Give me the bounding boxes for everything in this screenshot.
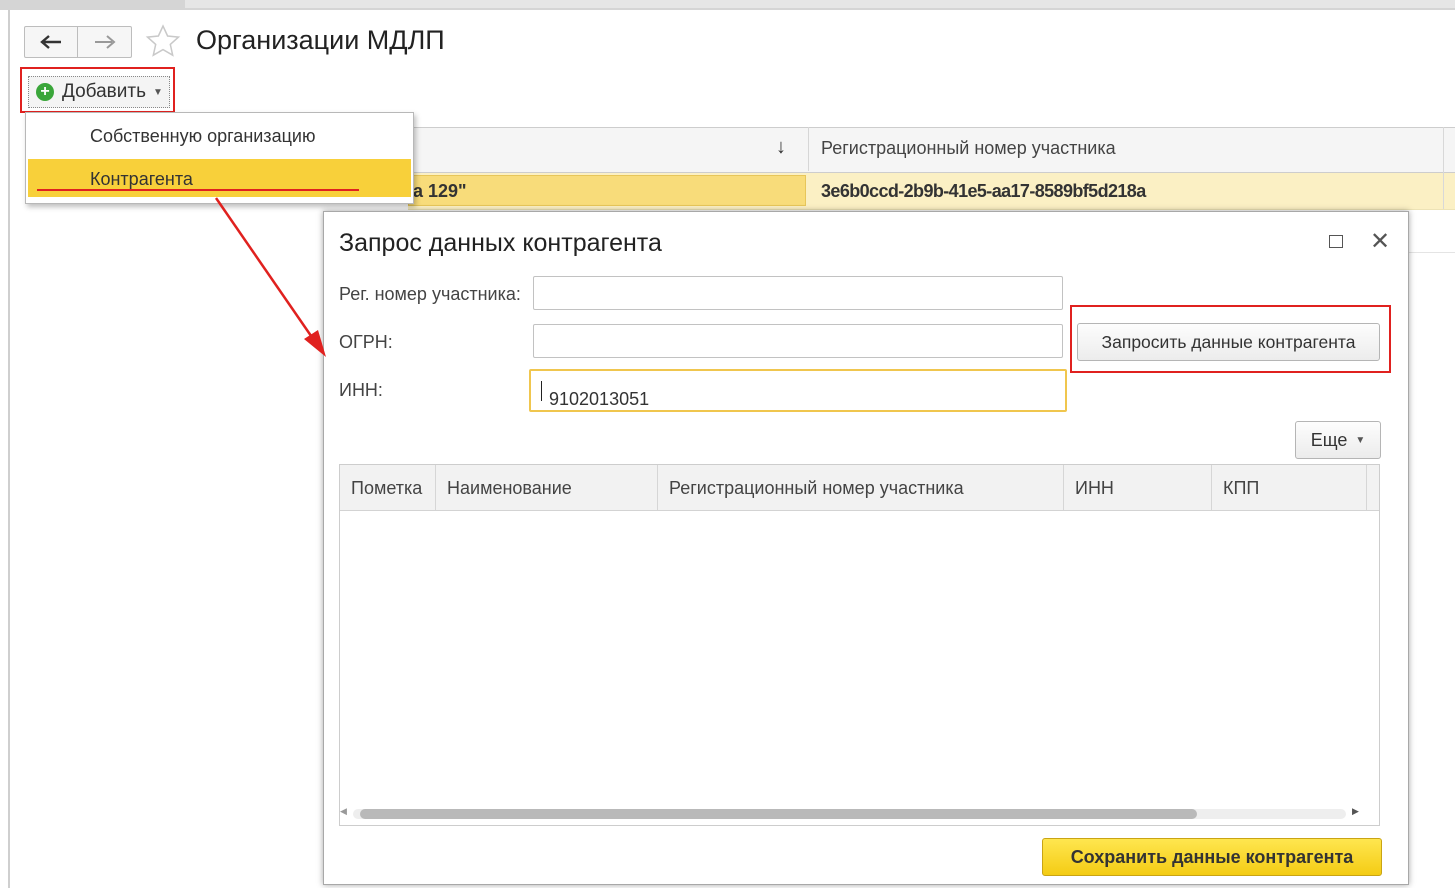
column-header-name[interactable]: Наименование <box>436 465 658 510</box>
counterparty-results-table[interactable]: Пометка Наименование Регистрационный ном… <box>339 464 1380 826</box>
table-header: Пометка Наименование Регистрационный ном… <box>340 465 1379 511</box>
row-name-cell: а 129" <box>413 181 467 201</box>
annotation-underline <box>37 189 359 191</box>
sort-indicator-icon[interactable]: ↓ <box>776 136 786 159</box>
column-header-reg-number[interactable]: Регистрационный номер участника <box>821 138 1116 159</box>
row-reg-number-cell: 3e6b0ccd-2b9b-41e5-aa17-8589bf5d218a <box>821 181 1146 201</box>
inn-value: 9102013051 <box>549 389 650 409</box>
selected-cell[interactable] <box>408 175 806 206</box>
column-header-inn[interactable]: ИНН <box>1064 465 1212 510</box>
more-button[interactable]: Еще ▼ <box>1295 421 1381 459</box>
ogrn-field[interactable] <box>533 324 1063 358</box>
request-button-highlight <box>1070 305 1391 373</box>
menu-item-label: Контрагента <box>90 169 193 189</box>
left-border <box>8 10 10 888</box>
ogrn-label: ОГРН: <box>339 332 393 352</box>
forward-button[interactable] <box>77 26 132 58</box>
counterparty-request-dialog: Запрос данных контрагента ✕ Рег. номер у… <box>323 211 1409 885</box>
reg-number-label: Рег. номер участника: <box>339 284 521 304</box>
column-header-kpp[interactable]: КПП <box>1212 465 1367 510</box>
row-divider <box>1408 252 1455 253</box>
top-window-strip-inner <box>185 0 1455 8</box>
menu-item-own-organization[interactable]: Собственную организацию <box>26 113 413 157</box>
scrollbar-thumb[interactable] <box>360 809 1197 819</box>
dropdown-caret-icon: ▼ <box>1355 434 1366 446</box>
dialog-title: Запрос данных контрагента <box>339 229 662 257</box>
inn-label: ИНН: <box>339 380 383 400</box>
text-cursor <box>541 381 542 402</box>
column-header-mark[interactable]: Пометка <box>340 465 436 510</box>
scroll-left-icon[interactable]: ◀ <box>340 806 347 817</box>
column-divider <box>808 127 809 171</box>
back-arrow-icon <box>40 35 61 49</box>
column-divider <box>1443 127 1444 209</box>
menu-item-counterparty[interactable]: Контрагента <box>28 159 411 197</box>
back-button[interactable] <box>24 26 78 58</box>
column-header-reg-number[interactable]: Регистрационный номер участника <box>658 465 1064 510</box>
reg-number-field[interactable] <box>533 276 1063 310</box>
inn-field[interactable]: 9102013051 <box>529 369 1067 412</box>
more-button-label: Еще <box>1310 429 1348 450</box>
add-button-highlight <box>20 67 175 113</box>
forward-arrow-icon <box>94 35 116 49</box>
close-icon[interactable]: ✕ <box>1370 227 1390 256</box>
page-title: Организации МДЛП <box>196 25 445 55</box>
save-counterparty-data-button[interactable]: Сохранить данные контрагента <box>1042 838 1382 876</box>
favorite-star-icon[interactable] <box>145 24 181 63</box>
scroll-right-icon[interactable]: ▶ <box>1352 806 1359 817</box>
menu-item-label: Собственную организацию <box>90 126 316 146</box>
maximize-icon[interactable] <box>1329 235 1343 248</box>
